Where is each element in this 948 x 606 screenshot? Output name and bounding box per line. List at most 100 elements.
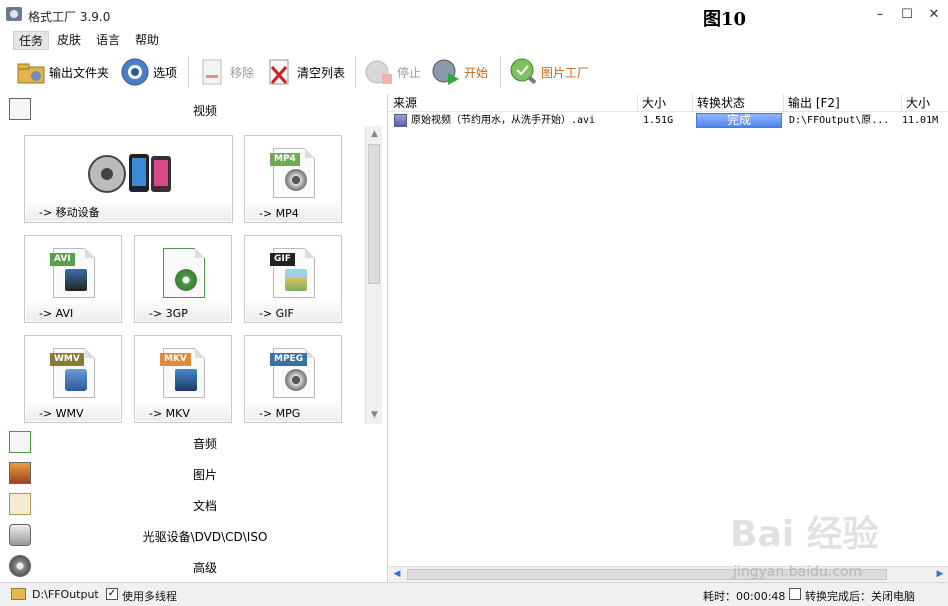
app-logo-icon <box>6 7 22 21</box>
column-source[interactable]: 来源 <box>389 94 638 112</box>
category-image-label: 图片 <box>192 468 217 482</box>
reel-icon <box>285 369 307 391</box>
format-badge: MKV <box>160 353 191 366</box>
stop-button[interactable]: 停止 <box>364 56 421 88</box>
remove-icon <box>197 57 227 87</box>
multithread-checkbox[interactable]: ✓ <box>106 588 118 600</box>
output-path[interactable]: D:\FFOutput <box>32 588 99 601</box>
format-tile-mp4[interactable]: MP4 -> MP4 <box>244 135 342 223</box>
multithread-label: 使用多线程 <box>122 590 177 603</box>
options-button[interactable]: 选项 <box>120 56 177 88</box>
column-status[interactable]: 转换状态 <box>693 94 784 112</box>
stop-icon <box>364 57 394 87</box>
minimize-button[interactable]: – <box>867 4 893 26</box>
mp4-file-icon: MP4 <box>270 148 315 198</box>
category-image[interactable]: 图片 <box>0 458 387 488</box>
scroll-up-icon[interactable]: ▲ <box>366 126 383 143</box>
output-folder-label: 输出文件夹 <box>49 65 110 80</box>
toolbar-separator <box>500 56 501 88</box>
options-label: 选项 <box>153 65 178 80</box>
format-badge: AVI <box>50 253 75 266</box>
after-convert-label: 转换完成后：关闭电脑 <box>805 590 915 603</box>
format-badge: MPEG <box>270 353 308 366</box>
task-list-scrollbar[interactable]: ◀ ▶ <box>389 566 948 582</box>
format-label: -> AVI <box>39 307 74 320</box>
watermark: Bai 经验 <box>730 514 879 555</box>
avi-file-icon: AVI <box>50 248 95 298</box>
format-label: -> 移动设备 <box>39 206 100 219</box>
start-label: 开始 <box>464 65 489 80</box>
format-grid: -> 移动设备 MP4 -> MP4 AVI -> AVI -> 3GP GIF <box>0 126 365 424</box>
column-output-size[interactable]: 大小 <box>902 94 948 112</box>
toolbar-separator <box>355 56 356 88</box>
start-button[interactable]: 开始 <box>431 56 488 88</box>
category-advanced[interactable]: 高级 <box>0 551 387 581</box>
format-label: -> GIF <box>259 307 294 320</box>
stop-label: 停止 <box>397 65 422 80</box>
magnifier-icon <box>508 57 538 87</box>
mkv-file-icon: MKV <box>160 348 205 398</box>
close-button[interactable]: ✕ <box>921 4 947 26</box>
category-video-label: 视频 <box>192 104 217 118</box>
clear-list-button[interactable]: 清空列表 <box>264 56 345 88</box>
format-tile-avi[interactable]: AVI -> AVI <box>24 235 122 323</box>
scroll-down-icon[interactable]: ▼ <box>366 407 383 424</box>
format-tile-mpg[interactable]: MPEG -> MPG <box>244 335 342 423</box>
category-disc[interactable]: 光驱设备\DVD\CD\ISO <box>0 520 387 550</box>
category-panel: 视频 -> 移动设备 MP4 -> MP4 AVI -> AVI -> 3GP … <box>0 94 388 582</box>
status-bar: D:\FFOutput ✓ 使用多线程 耗时：00:00:48 转换完成后：关闭… <box>0 582 948 606</box>
picture-factory-label: 图片工厂 <box>541 65 590 80</box>
gear-icon <box>120 57 150 87</box>
menu-language[interactable]: 语言 <box>91 31 125 50</box>
format-tile-wmv[interactable]: WMV -> WMV <box>24 335 122 423</box>
table-header: 来源 大小 转换状态 输出 [F2] 大小 <box>389 94 948 112</box>
menu-help[interactable]: 帮助 <box>130 31 164 50</box>
scroll-thumb[interactable] <box>368 144 380 284</box>
category-audio[interactable]: 音频 <box>0 427 387 457</box>
film-icon <box>175 369 197 391</box>
clear-list-icon <box>264 57 294 87</box>
window-title: 格式工厂 3.9.0 <box>28 10 111 24</box>
picture-factory-button[interactable]: 图片工厂 <box>508 56 589 88</box>
column-size[interactable]: 大小 <box>638 94 693 112</box>
format-tile-mobile[interactable]: -> 移动设备 <box>24 135 233 223</box>
output-folder-button[interactable]: 输出文件夹 <box>16 56 109 88</box>
row-output: D:\FFOutput\原... <box>789 115 890 126</box>
category-document[interactable]: 文档 <box>0 489 387 519</box>
film-icon <box>65 269 87 291</box>
gif-file-icon: GIF <box>270 248 315 298</box>
toolbar: 输出文件夹 选项 移除 清空列表 停止 开始 图片工厂 <box>0 50 948 94</box>
maximize-button[interactable]: ☐ <box>894 4 920 26</box>
image-icon <box>285 269 307 291</box>
format-tile-mkv[interactable]: MKV -> MKV <box>134 335 232 423</box>
remove-label: 移除 <box>230 65 255 80</box>
after-convert-checkbox[interactable] <box>789 588 801 600</box>
status-badge: 完成 <box>696 113 782 128</box>
folder-icon[interactable] <box>11 588 26 600</box>
watermark-url: jingyan.baidu.com <box>733 564 863 580</box>
menu-bar: 任务 皮肤 语言 帮助 <box>0 30 948 50</box>
column-output[interactable]: 输出 [F2] <box>784 94 902 112</box>
format-badge: MP4 <box>270 153 300 166</box>
wmv-file-icon: WMV <box>50 348 95 398</box>
format-label: -> MPG <box>259 407 301 420</box>
category-audio-label: 音频 <box>192 437 217 451</box>
menu-task[interactable]: 任务 <box>13 31 50 50</box>
category-document-label: 文档 <box>192 499 217 513</box>
category-disc-label: 光驱设备\DVD\CD\ISO <box>142 530 268 544</box>
title-bar: 格式工厂 3.9.0 图10 – ☐ ✕ <box>0 0 948 30</box>
reel-icon <box>285 169 307 191</box>
toolbar-separator <box>188 56 189 88</box>
table-row[interactable]: 原始视频（节约用水，从洗手开始）.avi 1.51G 完成 D:\FFOutpu… <box>389 112 948 129</box>
category-video[interactable]: 视频 <box>0 94 387 124</box>
scroll-left-icon[interactable]: ◀ <box>389 567 405 582</box>
remove-button[interactable]: 移除 <box>197 56 254 88</box>
clear-list-label: 清空列表 <box>297 65 346 80</box>
menu-skin[interactable]: 皮肤 <box>52 31 86 50</box>
format-grid-scrollbar[interactable]: ▲ ▼ <box>365 126 382 424</box>
camera-icon <box>65 369 87 391</box>
format-tile-gif[interactable]: GIF -> GIF <box>244 235 342 323</box>
format-tile-3gp[interactable]: -> 3GP <box>134 235 232 323</box>
format-label: -> MP4 <box>259 207 299 220</box>
scroll-right-icon[interactable]: ▶ <box>932 567 948 582</box>
